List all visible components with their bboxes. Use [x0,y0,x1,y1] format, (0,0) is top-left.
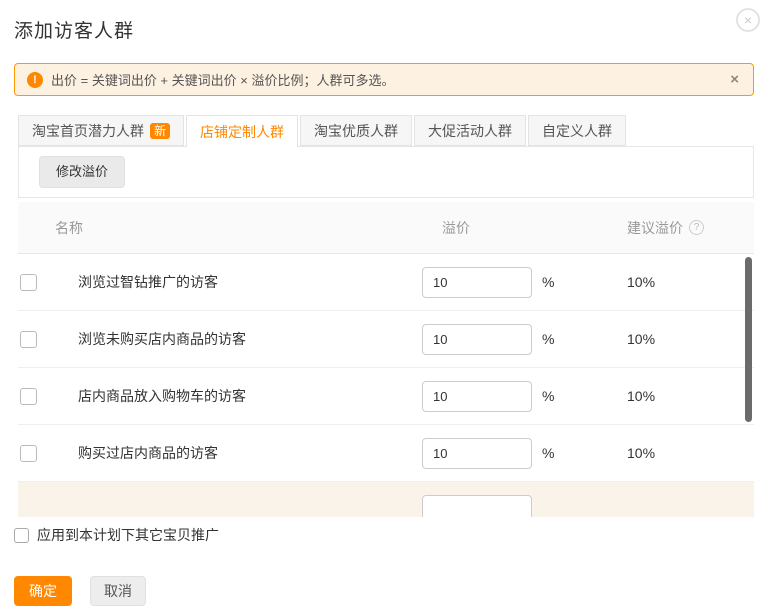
tab-bar: 淘宝首页潜力人群 新 店铺定制人群 淘宝优质人群 大促活动人群 自定义人群 [18,115,754,146]
premium-cell: % [422,267,612,298]
column-header-premium-label: 溢价 [442,218,470,238]
row-checkbox-cell [18,445,78,462]
tab-label: 自定义人群 [542,116,612,146]
row-checkbox[interactable] [20,331,37,348]
apply-checkbox-label: 应用到本计划下其它宝贝推广 [37,525,219,545]
tab-shop-custom[interactable]: 店铺定制人群 [186,115,298,147]
premium-input[interactable] [422,324,532,355]
new-badge: 新 [150,123,170,139]
tab-taobao-home-potential[interactable]: 淘宝首页潜力人群 新 [18,115,184,146]
close-icon[interactable]: × [736,8,760,32]
percent-sign: % [542,331,554,347]
percent-sign: % [542,445,554,461]
apply-checkbox[interactable] [14,528,29,543]
premium-cell: % [422,495,612,518]
percent-sign: % [542,388,554,404]
table-row: 浏览过智钻推广的访客 % 10% [18,254,754,311]
tab-label: 淘宝首页潜力人群 [32,116,144,146]
cancel-button[interactable]: 取消 [90,576,146,606]
column-header-suggested-label: 建议溢价 [627,218,683,238]
table-header: 名称 溢价 建议溢价 ? [18,202,754,254]
toolbar-panel: 修改溢价 [18,146,754,198]
audience-name: 浏览过智钻推广的访客 [78,272,422,292]
footer-buttons: 确定 取消 [14,576,754,606]
tab-label: 淘宝优质人群 [314,116,398,146]
audience-name: 浏览未购买店内商品的访客 [78,329,422,349]
column-header-name: 名称 [18,218,422,238]
alert-banner: ! 出价 = 关键词出价 + 关键词出价 × 溢价比例；人群可多选。 × [14,63,754,96]
row-checkbox-cell [18,274,78,291]
column-header-suggested: 建议溢价 ? [612,218,754,238]
premium-input[interactable] [422,267,532,298]
tab-custom[interactable]: 自定义人群 [528,115,626,146]
column-header-premium: 溢价 [422,218,612,238]
row-checkbox-cell [18,388,78,405]
modify-premium-button[interactable]: 修改溢价 [39,156,125,188]
premium-cell: % [422,438,612,469]
row-checkbox[interactable] [20,445,37,462]
tab-taobao-quality[interactable]: 淘宝优质人群 [300,115,412,146]
scrollbar-thumb[interactable] [745,257,752,422]
apply-to-other-items-row: 应用到本计划下其它宝贝推广 [14,525,754,545]
table-row: 购买过店内商品的访客 % 10% [18,425,754,482]
premium-input[interactable] [422,381,532,412]
row-checkbox-cell [18,502,78,518]
tab-big-promo[interactable]: 大促活动人群 [414,115,526,146]
premium-input[interactable] [422,438,532,469]
row-checkbox-cell [18,331,78,348]
audience-name: 购买过店内商品的访客 [78,443,422,463]
suggested-premium-value: 10% [612,445,754,461]
alert-close-icon[interactable]: × [728,71,741,88]
table-row: 店内商品放入购物车的访客 % 10% [18,368,754,425]
alert-text: 出价 = 关键词出价 + 关键词出价 × 溢价比例；人群可多选。 [51,70,728,89]
table-row: % [18,482,754,517]
page-title: 添加访客人群 [14,0,754,43]
tab-label: 店铺定制人群 [200,117,284,147]
confirm-button[interactable]: 确定 [14,576,72,606]
table-rows-host: 浏览过智钻推广的访客 % 10% 浏览未购买店内商品的访客 % 10% 店内商品… [18,254,754,517]
suggested-premium-value: 10% [612,331,754,347]
premium-input[interactable] [422,495,532,518]
audience-name: 店内商品放入购物车的访客 [78,386,422,406]
row-checkbox[interactable] [20,388,37,405]
percent-sign: % [542,274,554,290]
table-row: 浏览未购买店内商品的访客 % 10% [18,311,754,368]
add-visitor-audience-dialog: 添加访客人群 × ! 出价 = 关键词出价 + 关键词出价 × 溢价比例；人群可… [0,0,768,611]
premium-cell: % [422,324,612,355]
help-icon[interactable]: ? [689,220,704,235]
audience-table-body: 浏览过智钻推广的访客 % 10% 浏览未购买店内商品的访客 % 10% 店内商品… [18,254,754,517]
premium-cell: % [422,381,612,412]
row-checkbox[interactable] [20,274,37,291]
suggested-premium-value: 10% [612,388,754,404]
tab-label: 大促活动人群 [428,116,512,146]
warning-icon: ! [27,72,43,88]
suggested-premium-value: 10% [612,274,754,290]
